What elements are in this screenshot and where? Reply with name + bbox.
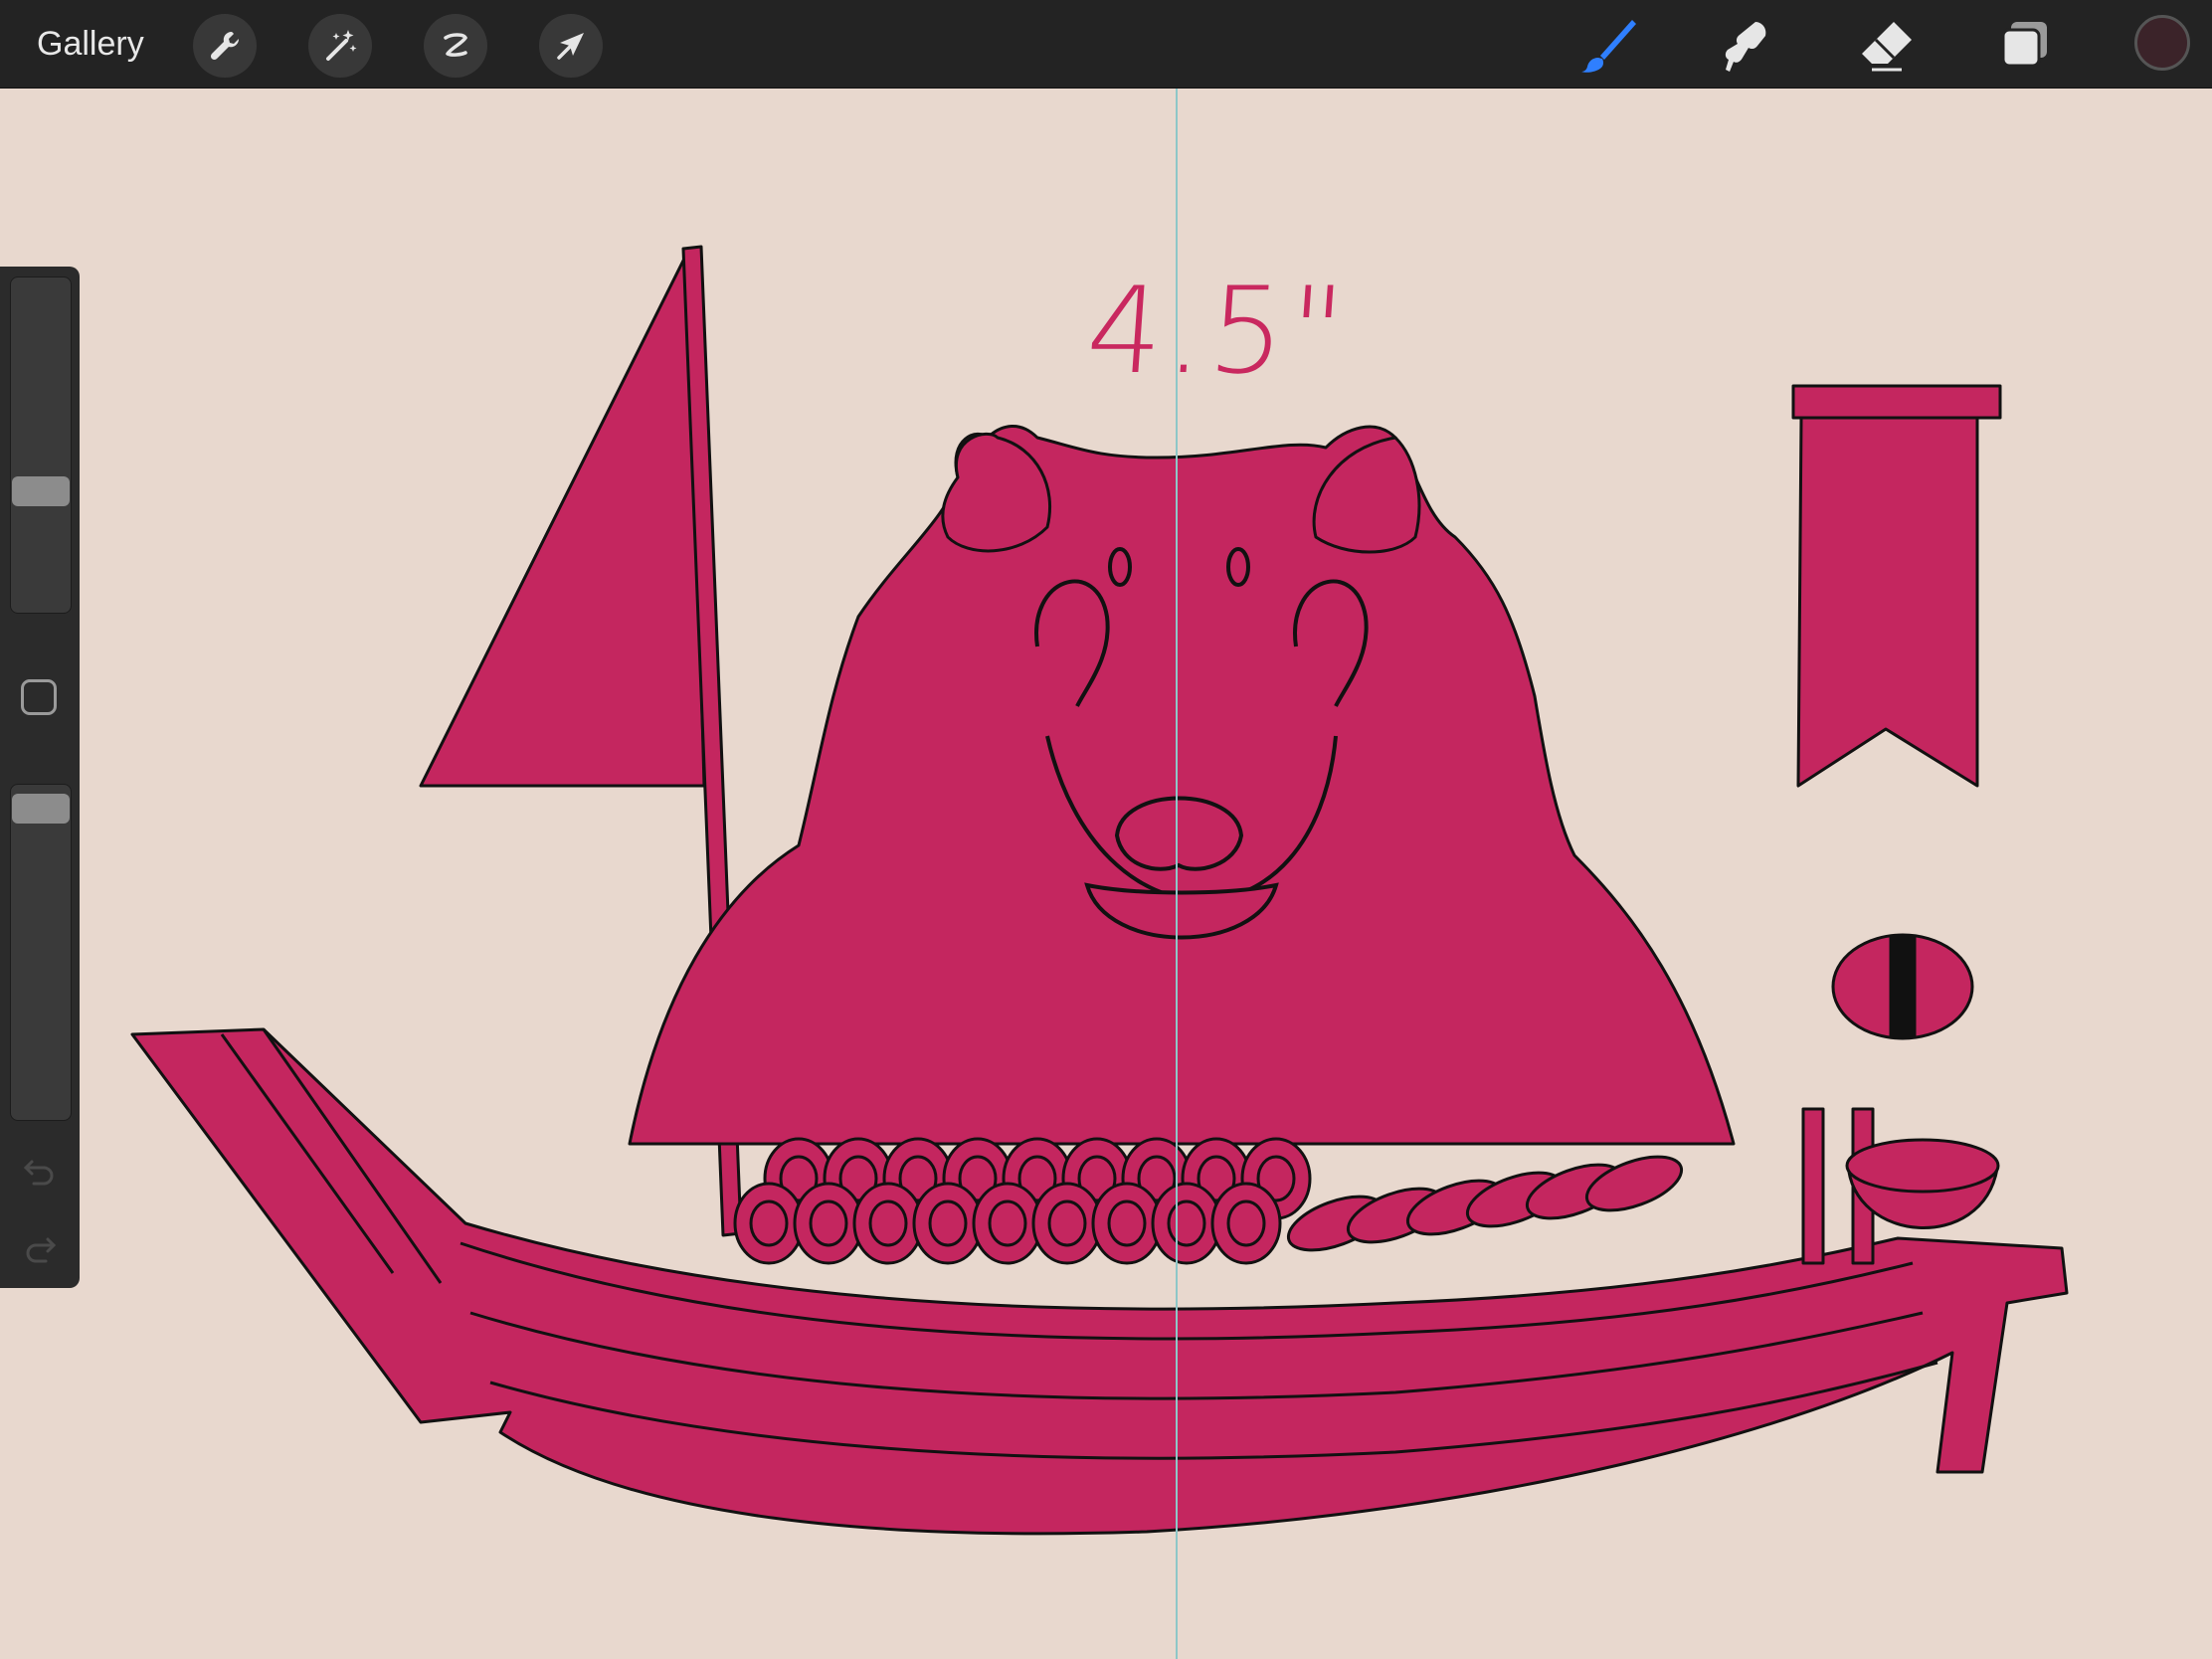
- sushi-roll-filling: [1167, 1199, 1206, 1247]
- sushi-roll-filling: [928, 1199, 968, 1247]
- sushi-roll-filling: [749, 1199, 789, 1247]
- opacity-thumb[interactable]: [12, 794, 70, 825]
- layers-icon: [2001, 22, 2047, 68]
- brush-tool-button[interactable]: [1576, 14, 1640, 78]
- transform-button[interactable]: [539, 14, 603, 78]
- sushi-roll-filling: [1047, 1199, 1087, 1247]
- left-sidebar: [0, 267, 80, 1288]
- top-toolbar: Gallery: [0, 0, 2212, 89]
- sushi-roll-filling: [809, 1199, 848, 1247]
- undo-icon[interactable]: [22, 1154, 58, 1190]
- sushi-roll-filling: [1107, 1199, 1147, 1247]
- right-banner-cloth: [1796, 416, 1979, 788]
- smudge-tool-button[interactable]: [1714, 14, 1777, 78]
- drawing-canvas[interactable]: 4.5": [3, 89, 2212, 1659]
- transform-arrow-icon: [557, 33, 584, 60]
- magic-wand-icon: [326, 30, 357, 61]
- brush-icon: [1581, 20, 1636, 73]
- sushi-roll-filling: [988, 1199, 1027, 1247]
- modify-button[interactable]: [21, 679, 57, 715]
- triangle-sail: [419, 247, 706, 788]
- wrench-icon: [210, 31, 240, 61]
- selection-button[interactable]: [424, 14, 487, 78]
- adjustments-button[interactable]: [308, 14, 372, 78]
- opacity-slider[interactable]: [10, 784, 72, 1121]
- eraser-icon: [1862, 22, 1912, 72]
- sushi-roll-filling: [868, 1199, 908, 1247]
- brush-size-thumb[interactable]: [12, 475, 70, 506]
- brush-size-slider[interactable]: [10, 276, 72, 614]
- size-annotation: 4.5": [1082, 263, 1353, 401]
- smudge-icon: [1725, 22, 1766, 72]
- sushi-roll-filling: [1226, 1199, 1266, 1247]
- right-banner: [1791, 384, 2002, 420]
- actions-button[interactable]: [193, 14, 257, 78]
- gallery-button[interactable]: Gallery: [37, 20, 144, 68]
- nigiri: [1584, 1155, 1684, 1212]
- layers-button[interactable]: [1993, 14, 2057, 78]
- color-picker-swatch[interactable]: [2134, 15, 2190, 71]
- bear-body: [628, 424, 1736, 1146]
- redo-icon[interactable]: [22, 1231, 58, 1267]
- selection-icon: [444, 33, 467, 57]
- eraser-tool-button[interactable]: [1854, 14, 1918, 78]
